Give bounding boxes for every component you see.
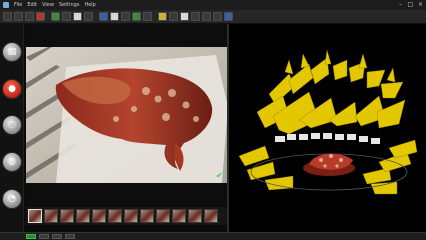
- chart-icon[interactable]: [191, 12, 200, 21]
- menu-edit[interactable]: Edit: [27, 0, 37, 10]
- camera-frustums-white: [275, 133, 380, 144]
- filmstrip-thumbnail[interactable]: [172, 209, 186, 223]
- filmstrip-thumbnail[interactable]: [76, 209, 90, 223]
- toolbar-separator: [154, 12, 156, 21]
- photo-view-header: [26, 24, 227, 47]
- play-icon[interactable]: [158, 12, 167, 21]
- filmstrip-thumbnail[interactable]: [44, 209, 58, 223]
- crop-icon[interactable]: [62, 12, 71, 21]
- open-icon[interactable]: [14, 12, 23, 21]
- filmstrip-thumbnail[interactable]: [188, 209, 202, 223]
- mesh-tool-icon: ◍: [8, 157, 16, 167]
- 3d-viewport[interactable]: [229, 24, 426, 232]
- filmstrip-thumbnail[interactable]: [204, 209, 218, 223]
- save-icon[interactable]: [25, 12, 34, 21]
- status-button[interactable]: [39, 234, 49, 239]
- app-icon: [3, 2, 9, 8]
- menu-settings[interactable]: Settings: [59, 0, 80, 10]
- filmstrip-thumbnail[interactable]: [124, 209, 138, 223]
- new-icon[interactable]: [3, 12, 12, 21]
- reconstructed-object: [303, 153, 355, 176]
- camera-icon[interactable]: [99, 12, 108, 21]
- toolbar-separator: [95, 12, 97, 21]
- filmstrip-thumbnail[interactable]: [60, 209, 74, 223]
- reconstruct-button[interactable]: ◌: [2, 115, 22, 135]
- settings-icon[interactable]: [169, 12, 178, 21]
- status-toggle-button[interactable]: [26, 234, 36, 239]
- photos-button[interactable]: ▤: [2, 42, 22, 62]
- check-icon: ✔: [216, 171, 223, 180]
- camera-cloud-view: [238, 49, 418, 195]
- menu-help[interactable]: Help: [84, 0, 95, 10]
- filmstrip-thumbnail[interactable]: [140, 209, 154, 223]
- cloud-icon[interactable]: [110, 12, 119, 21]
- toolbar-separator: [47, 12, 49, 21]
- status-bar: [0, 232, 426, 240]
- menu-bar: File Edit View Settings Help – □ ×: [0, 0, 426, 10]
- align-button[interactable]: ●: [2, 79, 22, 99]
- select-icon[interactable]: [51, 12, 60, 21]
- maximize-icon[interactable]: □: [407, 1, 414, 8]
- filmstrip-thumbnail[interactable]: [108, 209, 122, 223]
- filmstrip-thumbnail[interactable]: [28, 209, 42, 223]
- brush-icon[interactable]: [36, 12, 45, 21]
- pen-icon[interactable]: [84, 12, 93, 21]
- status-button[interactable]: [52, 234, 62, 239]
- mesh-button[interactable]: ◍: [2, 152, 22, 172]
- photo-viewer[interactable]: ✔: [26, 47, 228, 183]
- photos-icon: ▤: [7, 47, 17, 57]
- workflow-sidebar: ▤ ● ◌ ◍ ◔: [0, 24, 24, 232]
- menu-file[interactable]: File: [14, 0, 22, 10]
- status-button[interactable]: [65, 234, 75, 239]
- photo-filmstrip: [26, 207, 227, 225]
- close-icon[interactable]: ×: [417, 1, 424, 8]
- window-controls: – □ ×: [397, 1, 424, 8]
- align-icon: ●: [8, 84, 16, 94]
- image-icon[interactable]: [143, 12, 152, 21]
- filmstrip-thumbnail[interactable]: [92, 209, 106, 223]
- menu-view[interactable]: View: [42, 0, 54, 10]
- photo-view-footer: [26, 183, 227, 207]
- eraser-icon[interactable]: [73, 12, 82, 21]
- texture-icon: ◔: [8, 194, 16, 204]
- grid-icon[interactable]: [132, 12, 141, 21]
- mesh-icon[interactable]: [121, 12, 130, 21]
- export-icon[interactable]: [180, 12, 189, 21]
- reconstruct-icon: ◌: [8, 120, 16, 130]
- toolbar: [0, 10, 426, 24]
- minimize-icon[interactable]: –: [397, 1, 404, 8]
- plus-icon[interactable]: [202, 12, 211, 21]
- filmstrip-thumbnail[interactable]: [156, 209, 170, 223]
- wand-icon[interactable]: [224, 12, 233, 21]
- texture-button[interactable]: ◔: [2, 189, 22, 209]
- minus-icon[interactable]: [213, 12, 222, 21]
- source-photo: [26, 47, 228, 183]
